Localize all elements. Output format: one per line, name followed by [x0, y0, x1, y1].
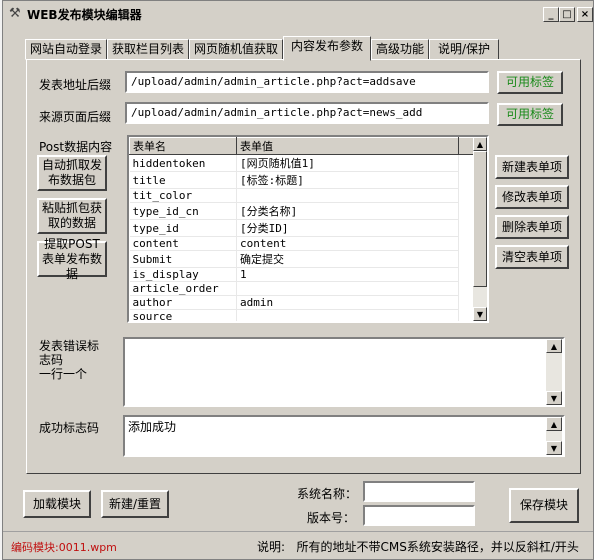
tab-auto-login[interactable]: 网站自动登录 [25, 39, 107, 60]
post-url-label: 发表地址后缀 [39, 78, 112, 92]
load-module-button[interactable]: 加载模块 [23, 490, 91, 518]
field-value-cell[interactable]: [标签:标题] [236, 171, 459, 189]
field-name-cell[interactable]: hiddentoken [129, 154, 237, 172]
field-name-cell[interactable]: type_id_cn [129, 202, 237, 220]
column-header-name[interactable]: 表单名 [129, 137, 237, 155]
version-label: 版本号： [307, 511, 356, 525]
table-row[interactable]: title [标签:标题] [129, 171, 484, 189]
new-field-button[interactable]: 新建表单项 [495, 155, 569, 179]
column-header-value[interactable]: 表单值 [236, 137, 459, 155]
clear-fields-button[interactable]: 清空表单项 [495, 245, 569, 269]
tools-icon: ⚒ [9, 6, 21, 21]
minimize-button[interactable]: _ [543, 7, 559, 22]
table-scrollbar[interactable]: ▲ ▼ [473, 137, 487, 321]
table-row[interactable]: tit_color [129, 188, 484, 203]
table-row[interactable]: content content [129, 236, 484, 251]
field-value-cell[interactable] [236, 309, 459, 321]
field-name-cell[interactable]: tit_color [129, 188, 237, 203]
table-row[interactable]: author admin [129, 295, 484, 310]
delete-field-button[interactable]: 删除表单项 [495, 215, 569, 239]
tab-category-list[interactable]: 获取栏目列表 [107, 39, 189, 60]
success-code-textarea[interactable]: 添加成功 [123, 415, 565, 457]
field-value-cell[interactable]: [分类ID] [236, 219, 459, 237]
table-row[interactable]: type_id_cn [分类名称] [129, 202, 484, 220]
success-scrollbar[interactable]: ▲ ▼ [546, 417, 562, 455]
scroll-up-arrow-icon[interactable]: ▲ [473, 137, 487, 151]
field-name-cell[interactable]: type_id [129, 219, 237, 237]
tags-button-1[interactable]: 可用标签 [497, 71, 563, 94]
field-value-cell[interactable]: content [236, 236, 459, 251]
form-field-table[interactable]: 表单名 表单值 hiddentoken [网页随机值1] title [标签:标题] t… [127, 135, 489, 323]
system-name-label: 系统名称： [297, 487, 358, 501]
version-input[interactable] [363, 505, 475, 526]
note-text: 说明: 所有的地址不带CMS系统安装路径，并以反斜杠/开头 [257, 540, 579, 554]
auto-capture-button[interactable]: 自动抓取发布数据包 [37, 155, 107, 191]
field-value-cell[interactable]: [网页随机值1] [236, 154, 459, 172]
scroll-down-arrow-icon[interactable]: ▼ [546, 391, 562, 405]
extract-post-button[interactable]: 提取POST表单发布数据 [37, 237, 107, 281]
module-code-text: 编码模块:0011.wpm [11, 541, 117, 554]
table-row[interactable]: Submit 确定提交 [129, 250, 484, 268]
table-row[interactable]: article_order [129, 281, 484, 296]
scroll-down-arrow-icon[interactable]: ▼ [546, 441, 562, 455]
referer-label: 来源页面后缀 [39, 110, 112, 124]
field-value-cell[interactable] [236, 188, 459, 203]
scroll-down-arrow-icon[interactable]: ▼ [473, 307, 487, 321]
table-row[interactable]: source [129, 309, 484, 321]
scroll-up-arrow-icon[interactable]: ▲ [546, 339, 562, 353]
error-code-label: 发表错误标志码 一行一个 [39, 339, 100, 381]
success-code-label: 成功标志码 [39, 421, 100, 435]
paste-capture-button[interactable]: 粘贴抓包获取的数据 [37, 198, 107, 234]
field-name-cell[interactable]: author [129, 295, 237, 310]
post-data-label: Post数据内容 [39, 140, 113, 154]
field-name-cell[interactable]: title [129, 171, 237, 189]
error-scrollbar[interactable]: ▲ ▼ [546, 339, 562, 405]
field-value-cell[interactable]: [分类名称] [236, 202, 459, 220]
tab-help-protect[interactable]: 说明/保护 [429, 39, 499, 60]
close-button[interactable]: × [577, 7, 593, 22]
table-row[interactable]: hiddentoken [网页随机值1] [129, 154, 484, 172]
status-bar: 编码模块:0011.wpm 说明: 所有的地址不带CMS系统安装路径，并以反斜杠… [3, 531, 593, 559]
error-code-textarea[interactable] [123, 337, 565, 407]
tab-random-value[interactable]: 网页随机值获取 [189, 39, 283, 60]
tab-advanced[interactable]: 高级功能 [371, 39, 429, 60]
field-name-cell[interactable]: content [129, 236, 237, 251]
edit-field-button[interactable]: 修改表单项 [495, 185, 569, 209]
field-name-cell[interactable]: Submit [129, 250, 237, 268]
scroll-thumb[interactable] [473, 151, 487, 287]
tags-button-2[interactable]: 可用标签 [497, 103, 563, 126]
field-value-cell[interactable]: 1 [236, 267, 459, 282]
field-value-cell[interactable] [236, 281, 459, 296]
post-url-input[interactable]: /upload/admin/admin_article.php?act=adds… [125, 71, 489, 93]
field-name-cell[interactable]: is_display [129, 267, 237, 282]
editor-window: ⚒ WEB发布模块编辑器 _ □ × 网站自动登录 获取栏目列表 网页随机值获取… [2, 0, 594, 560]
table-row[interactable]: type_id [分类ID] [129, 219, 484, 237]
system-name-input[interactable] [363, 481, 475, 502]
field-name-cell[interactable]: article_order [129, 281, 237, 296]
maximize-button[interactable]: □ [559, 7, 575, 22]
new-reset-button[interactable]: 新建/重置 [101, 490, 169, 518]
field-name-cell[interactable]: source [129, 309, 237, 321]
title-bar: ⚒ WEB发布模块编辑器 _ □ × [3, 1, 593, 27]
scroll-up-arrow-icon[interactable]: ▲ [546, 417, 562, 431]
tab-content-params[interactable]: 内容发布参数 [283, 36, 371, 61]
field-value-cell[interactable]: 确定提交 [236, 250, 459, 268]
field-value-cell[interactable]: admin [236, 295, 459, 310]
save-module-button[interactable]: 保存模块 [509, 488, 579, 523]
referer-input[interactable]: /upload/admin/admin_article.php?act=news… [125, 102, 489, 124]
table-row[interactable]: is_display 1 [129, 267, 484, 282]
window-title: WEB发布模块编辑器 [27, 8, 142, 22]
